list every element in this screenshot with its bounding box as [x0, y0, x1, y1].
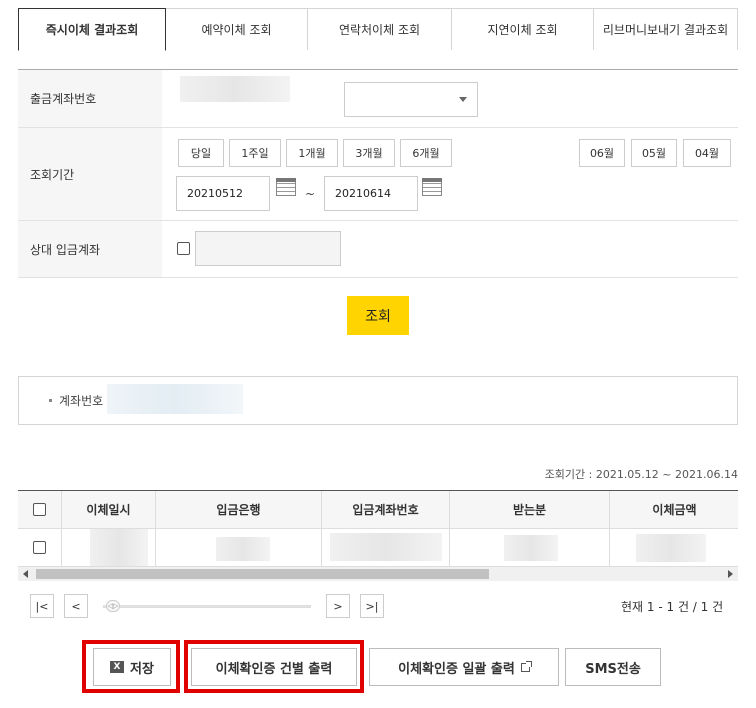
select-all-checkbox[interactable]: [33, 503, 46, 516]
masked-cell: [636, 534, 706, 562]
print-each-button[interactable]: 이체확인증 건별 출력: [191, 648, 357, 686]
row-checkbox[interactable]: [33, 541, 46, 554]
period-today-button[interactable]: 당일: [178, 139, 224, 167]
counter-account-row: 상대 입금계좌: [18, 221, 738, 278]
excel-icon: X: [110, 661, 125, 673]
save-button[interactable]: X 저장: [93, 648, 171, 686]
print-all-button[interactable]: 이체확인증 일괄 출력: [369, 648, 559, 686]
sms-label: SMS전송: [585, 661, 641, 677]
scroll-right-icon[interactable]: [728, 570, 733, 578]
masked-account-number: [180, 76, 290, 102]
masked-cell: [330, 533, 442, 561]
save-label: 저장: [130, 661, 154, 677]
period-1month-button[interactable]: 1개월: [286, 139, 338, 167]
counter-account-checkbox[interactable]: [177, 242, 190, 255]
col-bank: 입금은행: [156, 491, 322, 528]
counter-account-label: 상대 입금계좌: [18, 221, 162, 277]
prev-page-button[interactable]: <: [64, 594, 88, 618]
account-info-box: 계좌번호: [18, 376, 738, 425]
col-account-number: 입금계좌번호: [322, 491, 450, 528]
search-form: 출금계좌번호 조회기간 당일 1주일 1개월 3개월 6개월 06월 05월 0…: [18, 69, 738, 278]
tab-scheduled-transfer[interactable]: 예약이체 조회: [166, 8, 308, 50]
month-06-button[interactable]: 06월: [579, 139, 625, 167]
chevron-down-icon: [459, 97, 467, 102]
scrollbar-thumb[interactable]: [36, 569, 489, 579]
masked-account-info: [107, 384, 243, 414]
counter-account-input[interactable]: [195, 231, 341, 266]
end-date-input[interactable]: [324, 176, 418, 211]
start-date-input[interactable]: [176, 176, 270, 211]
tab-delayed-transfer[interactable]: 지연이체 조회: [452, 8, 594, 50]
results-table: 이체일시 입금은행 입금계좌번호 받는분 이체금액 출: [18, 490, 738, 566]
masked-cell: [90, 529, 148, 566]
table-header-row: 이체일시 입금은행 입금계좌번호 받는분 이체금액 출: [18, 491, 738, 529]
masked-cell: [504, 535, 558, 561]
month-04-button[interactable]: 04월: [683, 139, 731, 167]
tab-instant-transfer-results[interactable]: 즉시이체 결과조회: [18, 8, 166, 51]
external-link-icon: [520, 660, 532, 672]
masked-cell: [216, 537, 270, 561]
start-calendar-icon[interactable]: [276, 178, 296, 196]
bullet-icon: [49, 399, 52, 402]
period-6month-button[interactable]: 6개월: [400, 139, 452, 167]
period-3month-button[interactable]: 3개월: [343, 139, 395, 167]
page-info: 현재 1 - 1 건 / 1 건: [621, 600, 724, 614]
period-1week-button[interactable]: 1주일: [229, 139, 281, 167]
col-recipient: 받는분: [450, 491, 610, 528]
period-row: 조회기간 당일 1주일 1개월 3개월 6개월 06월 05월 04월 ~: [18, 128, 738, 221]
col-transfer-date: 이체일시: [62, 491, 156, 528]
last-page-button[interactable]: >|: [360, 594, 384, 618]
end-calendar-icon[interactable]: [422, 178, 442, 196]
account-select[interactable]: [344, 82, 478, 117]
page-slider[interactable]: ◁▷: [103, 600, 311, 612]
table-row[interactable]: [18, 529, 738, 566]
account-number-label: 계좌번호: [59, 394, 104, 408]
search-period-text: 조회기간 : 2021.05.12 ~ 2021.06.14: [544, 468, 738, 481]
sms-send-button[interactable]: SMS전송: [565, 648, 661, 686]
col-amount: 이체금액: [610, 491, 738, 528]
search-button[interactable]: 조회: [347, 296, 409, 335]
date-range-separator: ~: [305, 187, 316, 201]
slider-handle[interactable]: ◁▷: [106, 600, 120, 612]
account-label: 출금계좌번호: [18, 70, 162, 127]
print-each-label: 이체확인증 건별 출력: [215, 661, 333, 677]
tab-contact-transfer[interactable]: 연락처이체 조회: [308, 8, 452, 50]
print-all-label: 이체확인증 일괄 출력: [398, 661, 515, 677]
account-row: 출금계좌번호: [18, 70, 738, 128]
tab-bar: 즉시이체 결과조회 예약이체 조회 연락처이체 조회 지연이체 조회 리브머니보…: [18, 8, 738, 51]
next-page-button[interactable]: >: [326, 594, 350, 618]
first-page-button[interactable]: |<: [30, 594, 54, 618]
tab-liiv-money-results[interactable]: 리브머니보내기 결과조회: [594, 8, 738, 50]
month-05-button[interactable]: 05월: [631, 139, 677, 167]
period-label: 조회기간: [18, 128, 162, 220]
horizontal-scrollbar[interactable]: [18, 566, 738, 581]
scroll-left-icon[interactable]: [23, 570, 28, 578]
